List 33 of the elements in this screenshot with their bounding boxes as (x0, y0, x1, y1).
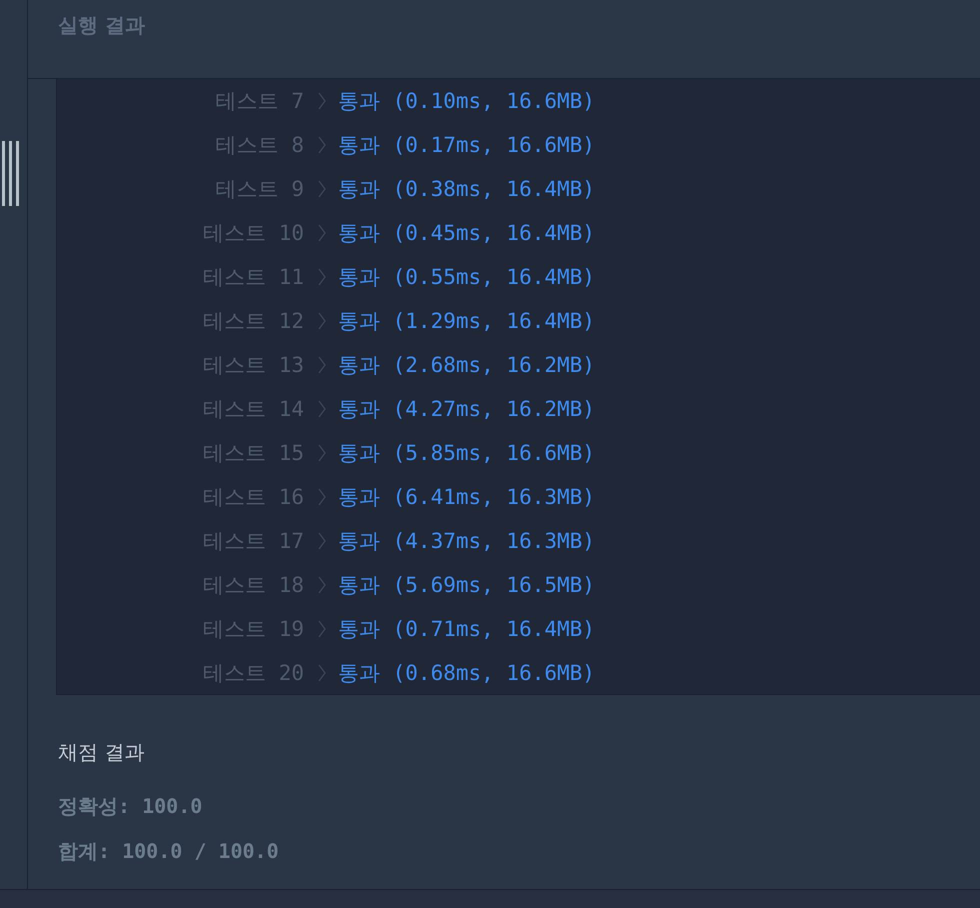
test-result: 통과 (0.71ms, 16.4MB) (338, 616, 595, 643)
chevron-icon (318, 444, 326, 462)
test-result: 통과 (1.29ms, 16.4MB) (338, 308, 595, 335)
chevron-icon (318, 400, 326, 418)
chevron-icon (318, 576, 326, 594)
test-result: 통과 (0.10ms, 16.6MB) (338, 88, 595, 115)
score-line: 합계: 100.0 / 100.0 (58, 838, 280, 865)
grading-title: 채점 결과 (58, 739, 146, 766)
test-result: 통과 (0.45ms, 16.4MB) (338, 220, 595, 247)
chevron-icon (318, 136, 326, 154)
chevron-icon (318, 532, 326, 550)
drag-handle-icon[interactable] (2, 141, 20, 206)
test-result: 통과 (0.17ms, 16.6MB) (338, 132, 595, 159)
score-line: 정확성: 100.0 (58, 793, 204, 820)
test-result: 통과 (0.38ms, 16.4MB) (338, 176, 595, 203)
test-result: 통과 (6.41ms, 16.3MB) (338, 484, 595, 511)
chevron-icon (318, 92, 326, 110)
chevron-icon (318, 268, 326, 286)
test-result: 통과 (5.85ms, 16.6MB) (338, 440, 595, 467)
chevron-icon (318, 620, 326, 638)
test-result: 통과 (4.27ms, 16.2MB) (338, 396, 595, 423)
chevron-icon (318, 488, 326, 506)
test-result: 통과 (0.68ms, 16.6MB) (338, 660, 595, 687)
test-result: 통과 (4.37ms, 16.3MB) (338, 528, 595, 555)
test-result: 통과 (0.55ms, 16.4MB) (338, 264, 595, 291)
chevron-icon (318, 224, 326, 242)
chevron-icon (318, 180, 326, 198)
chevron-icon (318, 356, 326, 374)
chevron-icon (318, 664, 326, 682)
test-result: 통과 (5.69ms, 16.5MB) (338, 572, 595, 599)
chevron-icon (318, 312, 326, 330)
test-result: 통과 (2.68ms, 16.2MB) (338, 352, 595, 379)
panel-title: 실행 결과 (58, 13, 145, 37)
